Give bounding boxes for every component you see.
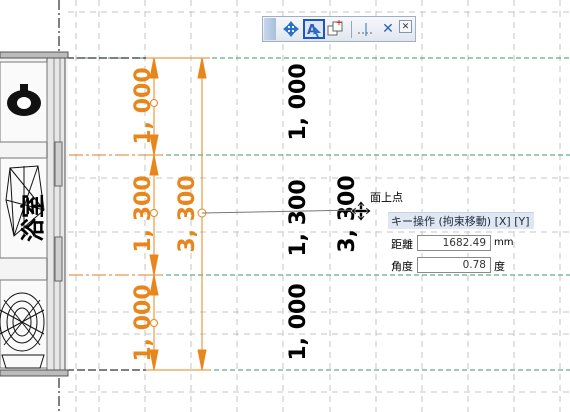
orange-dimension-text[interactable]: 1, 000 [131, 284, 156, 361]
edit-toolbar: A ✕ ✕ [262, 16, 416, 42]
snap-point-label: 面上点 [370, 191, 403, 204]
orange-dimension-text[interactable]: 1, 000 [131, 67, 156, 144]
text-select-button[interactable]: A [303, 19, 325, 39]
angle-unit: 度 [494, 260, 505, 273]
copy-button[interactable] [325, 19, 345, 39]
move-button[interactable] [281, 19, 301, 39]
black-dimension-text[interactable]: 1, 300 [286, 179, 311, 256]
cancel-icon: ✕ [382, 21, 394, 37]
distance-unit: mm [494, 237, 514, 248]
close-toolbar-button[interactable]: ✕ [399, 20, 412, 33]
key-operation-hint: キー操作 (拘束移動) [X] [Y] [388, 212, 534, 229]
toolbar-grip[interactable] [264, 18, 276, 40]
orange-dimension-text[interactable]: 1, 300 [131, 175, 156, 252]
distance-input[interactable]: 1682.49 [417, 235, 491, 251]
text-select-icon: A [307, 23, 321, 37]
angle-input[interactable]: 0.78 [417, 257, 491, 273]
distance-label: 距離 [391, 238, 413, 251]
cad-canvas[interactable]: 浴室 1, 000 1, 300 1, 000 3, 300 1, 000 1,… [0, 0, 570, 412]
close-icon: ✕ [401, 21, 410, 32]
move-icon [283, 21, 299, 37]
black-dimension-text[interactable]: 1, 000 [286, 63, 311, 140]
angle-label: 角度 [391, 260, 413, 273]
black-dimension-text[interactable]: 1, 000 [286, 283, 311, 360]
orange-total-dimension-text[interactable]: 3, 300 [175, 175, 200, 252]
room-label: 浴室 [19, 194, 47, 242]
cancel-button[interactable]: ✕ [380, 19, 396, 39]
toolbar-separator [351, 21, 352, 38]
snap-point-button[interactable] [356, 19, 376, 39]
copy-icon [327, 20, 343, 36]
snap-point-icon [358, 23, 374, 36]
